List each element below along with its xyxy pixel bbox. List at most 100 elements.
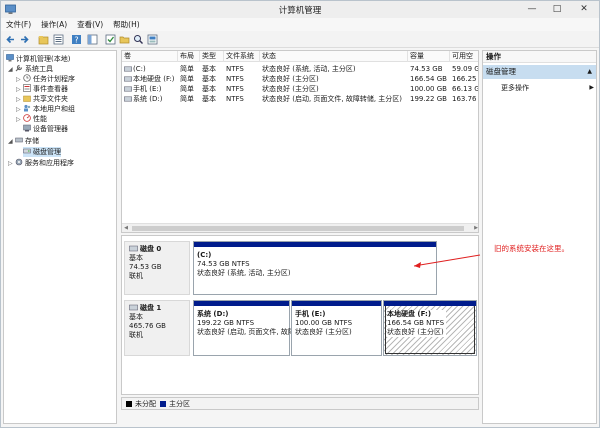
checkmark-icon[interactable] (105, 34, 116, 45)
users-icon (24, 104, 31, 112)
disk-icon (129, 304, 138, 311)
close-button[interactable]: ✕ (573, 1, 595, 18)
tree-system-tools[interactable]: ◢ 系统工具 (8, 64, 53, 74)
partition-f[interactable]: 本地硬盘 (F:) 166.54 GB NTFS 状态良好 (主分区) (383, 300, 477, 356)
drive-icon (124, 96, 132, 102)
tree-performance[interactable]: ▷ 性能 (16, 114, 47, 124)
col-status[interactable]: 状态 (260, 51, 408, 62)
drive-icon (124, 76, 132, 82)
disk-1-size: 465.76 GB (129, 322, 166, 330)
more-actions-label: 更多操作 (501, 84, 529, 92)
maximize-button[interactable]: □ (546, 1, 568, 18)
table-row[interactable]: (C:) 简单 基本 NTFS 状态良好 (系统, 活动, 主分区) 74.53… (122, 64, 478, 74)
tree-shared-folders-label: 共享文件夹 (33, 95, 68, 103)
col-free[interactable]: 可用空 (450, 51, 478, 62)
tree-system-tools-label: 系统工具 (25, 65, 53, 73)
volume-layout: 简单 (180, 75, 194, 83)
col-layout[interactable]: 布局 (178, 51, 200, 62)
partition-c[interactable]: (C:) 74.53 GB NTFS 状态良好 (系统, 活动, 主分区) (193, 241, 437, 295)
panel-icon[interactable] (87, 34, 98, 45)
volume-capacity: 100.00 GB (410, 85, 447, 93)
tree-root[interactable]: 计算机管理(本地) (6, 54, 70, 64)
col-capacity[interactable]: 容量 (408, 51, 450, 62)
volume-status: 状态良好 (系统, 活动, 主分区) (262, 65, 356, 73)
window-title: 计算机管理 (278, 6, 322, 16)
tree-storage-label: 存储 (25, 137, 39, 145)
menu-action[interactable]: 操作(A) (36, 18, 72, 31)
partition-c-info: (C:) 74.53 GB NTFS 状态良好 (系统, 活动, 主分区) (197, 251, 291, 278)
tree-task-scheduler-label: 任务计划程序 (33, 75, 75, 83)
primary-partition-bar (292, 301, 381, 306)
volume-list-header: 卷 布局 类型 文件系统 状态 容量 可用空 (122, 51, 478, 62)
title-bar: 计算机管理 — □ ✕ (1, 1, 599, 18)
legend-unallocated: 未分配 (135, 400, 156, 408)
volume-fs: NTFS (226, 95, 244, 103)
forward-arrow-icon[interactable] (19, 34, 30, 45)
view-icon[interactable] (147, 34, 158, 45)
actions-pane: 操作 磁盘管理 ▲ 更多操作 ▶ (482, 50, 597, 424)
table-row[interactable]: 手机 (E:) 简单 基本 NTFS 状态良好 (主分区) 100.00 GB … (122, 84, 478, 94)
menu-file[interactable]: 文件(F) (1, 18, 36, 31)
disk-1-label[interactable]: 磁盘 1 基本 465.76 GB 联机 (124, 300, 190, 356)
volume-type: 基本 (202, 65, 216, 73)
partition-f-detail: 166.54 GB NTFS (387, 319, 445, 327)
partition-d-status: 状态良好 (启动, 页面文件, 故障 (197, 328, 295, 336)
table-row[interactable]: 本地硬盘 (F:) 简单 基本 NTFS 状态良好 (主分区) 166.54 G… (122, 74, 478, 84)
tree-storage[interactable]: ◢ 存储 (8, 136, 39, 146)
col-volume[interactable]: 卷 (122, 51, 178, 62)
disk-1-state: 联机 (129, 331, 143, 339)
submenu-arrow-icon: ▶ (589, 84, 594, 91)
properties-icon[interactable] (53, 34, 64, 45)
services-icon (15, 158, 23, 166)
collapse-up-icon[interactable]: ▲ (587, 65, 592, 79)
disk-0-label[interactable]: 磁盘 0 基本 74.53 GB 联机 (124, 241, 190, 295)
col-filesystem[interactable]: 文件系统 (224, 51, 260, 62)
unallocated-swatch (126, 401, 132, 407)
help-icon[interactable]: ? (71, 34, 82, 45)
volume-type: 基本 (202, 95, 216, 103)
volume-name-text: 系统 (D:) (133, 95, 163, 103)
tree-device-manager[interactable]: 设备管理器 (23, 124, 68, 134)
event-viewer-icon (23, 84, 31, 92)
scrollbar-thumb[interactable] (132, 226, 464, 231)
partition-f-name: 本地硬盘 (F:) (387, 310, 432, 318)
partition-d[interactable]: 系统 (D:) 199.22 GB NTFS 状态良好 (启动, 页面文件, 故… (193, 300, 295, 356)
device-manager-icon (23, 124, 31, 132)
tree-services[interactable]: ▷ 服务和应用程序 (8, 158, 74, 168)
table-row[interactable]: 系统 (D:) 简单 基本 NTFS 状态良好 (启动, 页面文件, 故障转储,… (122, 94, 478, 104)
magnify-icon[interactable] (133, 34, 144, 45)
scroll-right-icon[interactable]: ▶ (472, 224, 478, 232)
partition-e-name: 手机 (E:) (295, 310, 326, 318)
collapse-icon[interactable]: ◢ (8, 65, 15, 75)
tree-event-viewer[interactable]: ▷ 事件查看器 (16, 84, 68, 94)
tree-task-scheduler[interactable]: ▷ 任务计划程序 (16, 74, 75, 84)
storage-icon (15, 137, 23, 143)
collapse-icon[interactable]: ◢ (8, 137, 15, 147)
tree-disk-management[interactable]: 磁盘管理 (23, 147, 61, 157)
actions-section-disk-management[interactable]: 磁盘管理 ▲ (483, 65, 596, 79)
tree-local-users-label: 本地用户和组 (33, 105, 75, 113)
partition-e[interactable]: 手机 (E:) 100.00 GB NTFS 状态良好 (主分区) (291, 300, 382, 356)
partition-d-info: 系统 (D:) 199.22 GB NTFS 状态良好 (启动, 页面文件, 故… (197, 310, 295, 337)
tree-local-users[interactable]: ▷ 本地用户和组 (16, 104, 75, 114)
volume-name-text: 本地硬盘 (F:) (133, 75, 175, 83)
disk-1-name-row: 磁盘 1 (129, 304, 185, 313)
back-arrow-icon[interactable] (5, 34, 16, 45)
tree-shared-folders[interactable]: ▷ 共享文件夹 (16, 94, 68, 104)
volume-capacity: 199.22 GB (410, 95, 447, 103)
menu-help[interactable]: 帮助(H) (108, 18, 145, 31)
folder-up-icon[interactable] (38, 34, 49, 45)
expand-icon[interactable]: ▷ (8, 159, 15, 169)
scroll-left-icon[interactable]: ◀ (122, 224, 130, 232)
col-type[interactable]: 类型 (200, 51, 224, 62)
expand-icon[interactable]: ▷ (16, 115, 23, 125)
volume-type: 基本 (202, 85, 216, 93)
tree-performance-label: 性能 (33, 115, 47, 123)
volume-capacity: 74.53 GB (410, 65, 443, 73)
disk-0-size: 74.53 GB (129, 263, 162, 271)
horizontal-scrollbar[interactable]: ◀ ▶ (122, 223, 478, 232)
menu-view[interactable]: 查看(V) (72, 18, 108, 31)
more-actions-item[interactable]: 更多操作 ▶ (501, 83, 594, 93)
minimize-button[interactable]: — (521, 1, 543, 18)
open-folder-icon[interactable] (119, 34, 130, 45)
